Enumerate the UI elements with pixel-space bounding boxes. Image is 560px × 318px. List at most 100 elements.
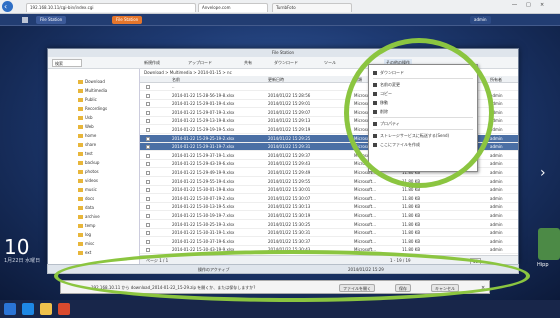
col-date[interactable]: 更新日時 xyxy=(268,76,284,83)
row-checkbox[interactable] xyxy=(146,179,150,184)
window-max-button[interactable]: □ xyxy=(526,2,531,8)
qnap-tab-2[interactable]: File Station xyxy=(112,16,143,24)
tree-folder[interactable]: temp xyxy=(78,223,95,229)
table-row[interactable]: 2014-01-22 15-30-01-19-8.xlsx 2014/01/22 … xyxy=(140,186,518,195)
user-label[interactable]: admin xyxy=(470,16,491,24)
cell-size: 11.80 KB xyxy=(402,221,421,227)
cell-date: 2014/01/22 15:29:19 xyxy=(268,127,311,132)
tree-folder[interactable]: backup xyxy=(78,160,99,166)
tree-folder-label: home xyxy=(85,133,97,138)
table-row[interactable]: 2014-01-22 15-29-55-19-4.xlsx 2014/01/22 … xyxy=(140,178,518,186)
row-checkbox[interactable] xyxy=(146,93,150,98)
tree-folder[interactable]: videos xyxy=(78,178,98,184)
cell-owner: admin xyxy=(490,178,503,184)
row-checkbox[interactable] xyxy=(146,231,150,236)
table-row[interactable]: 2014-01-22 15-30-19-19-7.xlsx 2014/01/22 … xyxy=(140,212,518,220)
side-widget-icon[interactable] xyxy=(538,228,560,260)
ie-icon[interactable] xyxy=(22,303,34,315)
row-checkbox[interactable] xyxy=(146,128,150,132)
tools-button[interactable]: ツール xyxy=(324,59,336,67)
cell-date: 2014/01/22 15:29:37 xyxy=(268,152,311,158)
tree-folder-label: videos xyxy=(85,178,99,183)
row-checkbox[interactable] xyxy=(146,153,150,158)
tree-folder[interactable]: share xyxy=(78,142,96,148)
cell-date: 2014/01/22 15:30:19 xyxy=(268,213,311,218)
cell-name: 2014-01-22 15-30-01-19-8.xlsx xyxy=(172,187,235,193)
tree-folder[interactable]: Recordings xyxy=(78,106,107,112)
cell-date: 2014/01/22 15:30:01 xyxy=(268,187,311,193)
folder-icon xyxy=(78,251,83,255)
browser-tab-2[interactable]: Anvelope.com xyxy=(198,3,268,12)
upload-button[interactable]: アップロード xyxy=(188,59,212,67)
tree-folder[interactable]: data xyxy=(78,205,94,211)
row-checkbox[interactable] xyxy=(146,248,150,253)
row-checkbox[interactable] xyxy=(146,222,150,227)
row-checkbox[interactable] xyxy=(146,162,150,167)
row-checkbox[interactable] xyxy=(146,102,150,107)
cell-name: 2014-01-22 15-29-07-19-3.xlsx xyxy=(172,109,235,115)
table-row[interactable]: 2014-01-22 15-30-37-19-6.xlsx 2014/01/22 … xyxy=(140,238,518,246)
tree-folder[interactable]: docs xyxy=(78,196,94,202)
table-row[interactable]: 2014-01-22 15-30-31-19-1.xlsx 2014/01/22 … xyxy=(140,229,518,238)
tree-folder-label: Multimedia xyxy=(85,88,108,93)
download-button[interactable]: ダウンロード xyxy=(274,59,298,67)
row-checkbox[interactable] xyxy=(146,205,150,210)
tree-folder[interactable]: test xyxy=(78,151,93,157)
explorer-icon[interactable] xyxy=(40,303,52,315)
cell-type: Microsoft... xyxy=(354,230,377,236)
tree-folder[interactable]: Public xyxy=(78,97,97,103)
next-arrow-icon[interactable]: › xyxy=(540,166,546,180)
tree-folder[interactable]: misc xyxy=(78,241,94,247)
menu-icon[interactable] xyxy=(22,17,28,23)
folder-icon xyxy=(78,107,83,111)
tree-folder[interactable]: Web xyxy=(78,124,94,130)
tree-folder[interactable]: music xyxy=(78,187,97,193)
cell-owner: admin xyxy=(490,135,503,141)
cell-owner: admin xyxy=(490,247,503,253)
cell-date: 2014/01/22 15:29:43 xyxy=(268,161,311,167)
row-checkbox[interactable] xyxy=(146,110,150,115)
qnap-tab-1[interactable]: File Station xyxy=(36,16,67,24)
window-close-button[interactable]: × xyxy=(540,2,544,8)
row-checkbox[interactable] xyxy=(146,136,150,141)
folder-icon xyxy=(78,188,83,192)
row-checkbox[interactable] xyxy=(146,171,150,175)
tree-folder[interactable]: Download xyxy=(78,79,105,85)
tree-folder[interactable]: Multimedia xyxy=(78,88,107,94)
search-input[interactable]: 検索 xyxy=(52,59,82,67)
row-checkbox[interactable] xyxy=(146,196,150,201)
highlight-ellipse xyxy=(54,250,530,302)
tree-folder-label: log xyxy=(85,232,92,237)
table-row[interactable]: 2014-01-22 15-30-13-19-5.xlsx 2014/01/22 … xyxy=(140,203,518,212)
row-checkbox[interactable] xyxy=(146,145,150,150)
new-button[interactable]: 新規作成 xyxy=(144,59,160,67)
cell-date: 2014/01/22 15:29:49 xyxy=(268,170,311,175)
browser-tab-3[interactable]: TurnbFoto xyxy=(272,3,352,12)
tree-folder[interactable]: ext xyxy=(78,250,91,256)
row-checkbox[interactable] xyxy=(146,119,150,124)
row-checkbox[interactable] xyxy=(146,239,150,244)
tree-folder[interactable]: photos xyxy=(78,169,99,175)
back-button[interactable]: ‹ xyxy=(2,1,13,12)
row-checkbox[interactable] xyxy=(146,188,150,193)
table-row[interactable]: 2014-01-22 15-30-25-19-3.xlsx 2014/01/22 … xyxy=(140,221,518,229)
table-row[interactable]: 2014-01-22 15-30-07-19-2.xlsx 2014/01/22 … xyxy=(140,195,518,203)
col-owner[interactable]: 所有者 xyxy=(490,76,502,83)
folder-icon xyxy=(78,197,83,201)
cell-owner: admin xyxy=(490,161,503,167)
tree-folder[interactable]: log xyxy=(78,232,91,238)
row-checkbox[interactable] xyxy=(146,214,150,218)
app-icon[interactable] xyxy=(58,303,70,315)
start-icon[interactable] xyxy=(4,303,16,315)
cell-name: 2014-01-22 15-30-19-19-7.xlsx xyxy=(172,213,235,218)
row-checkbox[interactable] xyxy=(146,85,150,89)
highlight-circle xyxy=(344,38,494,188)
tree-folder[interactable]: Usb xyxy=(78,115,93,121)
browser-tab-1[interactable]: 192.168.10.11/cgi-bin/index.cgi xyxy=(26,3,196,12)
tree-folder[interactable]: archive xyxy=(78,214,100,220)
share-button[interactable]: 共有 xyxy=(244,59,252,67)
window-min-button[interactable]: ― xyxy=(512,2,517,8)
tree-folder[interactable]: home xyxy=(78,133,96,139)
col-name[interactable]: 名前 xyxy=(172,76,180,83)
folder-tree: Download Multimedia Public Recordings Usb Web… xyxy=(48,69,140,265)
